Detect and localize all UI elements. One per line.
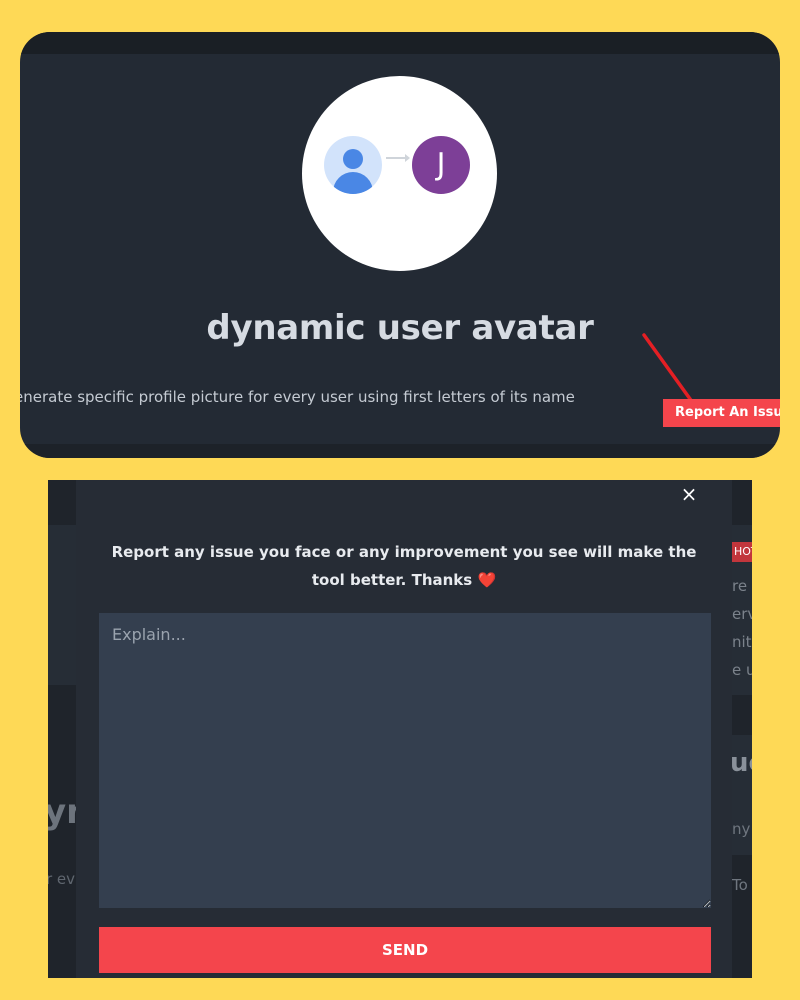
default-user-avatar-icon bbox=[324, 136, 382, 194]
send-button[interactable]: SEND bbox=[99, 927, 711, 973]
background-text: re erv nit e u bbox=[732, 577, 752, 679]
tool-logo: J bbox=[302, 76, 497, 271]
card-bottom-strip bbox=[20, 444, 780, 458]
issue-explain-textarea[interactable] bbox=[99, 613, 711, 908]
background-heading: uc bbox=[730, 748, 752, 778]
report-issue-modal: × Report any issue you face or any impro… bbox=[76, 480, 732, 978]
background-text: To bbox=[732, 876, 748, 894]
report-issue-button[interactable]: Report An Issue bbox=[663, 399, 780, 427]
tool-description: enerate specific profile picture for eve… bbox=[20, 388, 575, 406]
heart-icon: ❤️ bbox=[477, 571, 497, 589]
card-top-strip bbox=[20, 32, 780, 54]
close-icon[interactable]: × bbox=[679, 482, 699, 506]
hot-badge: HOT bbox=[730, 542, 752, 562]
modal-message: Report any issue you face or any improve… bbox=[96, 538, 712, 594]
tool-card: J dynamic user avatar enerate specific p… bbox=[20, 32, 780, 458]
modal-message-text: Report any issue you face or any improve… bbox=[111, 543, 697, 589]
background-panel bbox=[48, 525, 76, 685]
background-text: ny bbox=[732, 820, 751, 838]
background-text: r ev bbox=[48, 870, 76, 888]
report-modal-screenshot: HOT re erv nit e u uc ny To yn r ev × Re… bbox=[48, 480, 752, 978]
letter-avatar-icon: J bbox=[412, 136, 470, 194]
arrow-right-icon bbox=[386, 154, 410, 162]
